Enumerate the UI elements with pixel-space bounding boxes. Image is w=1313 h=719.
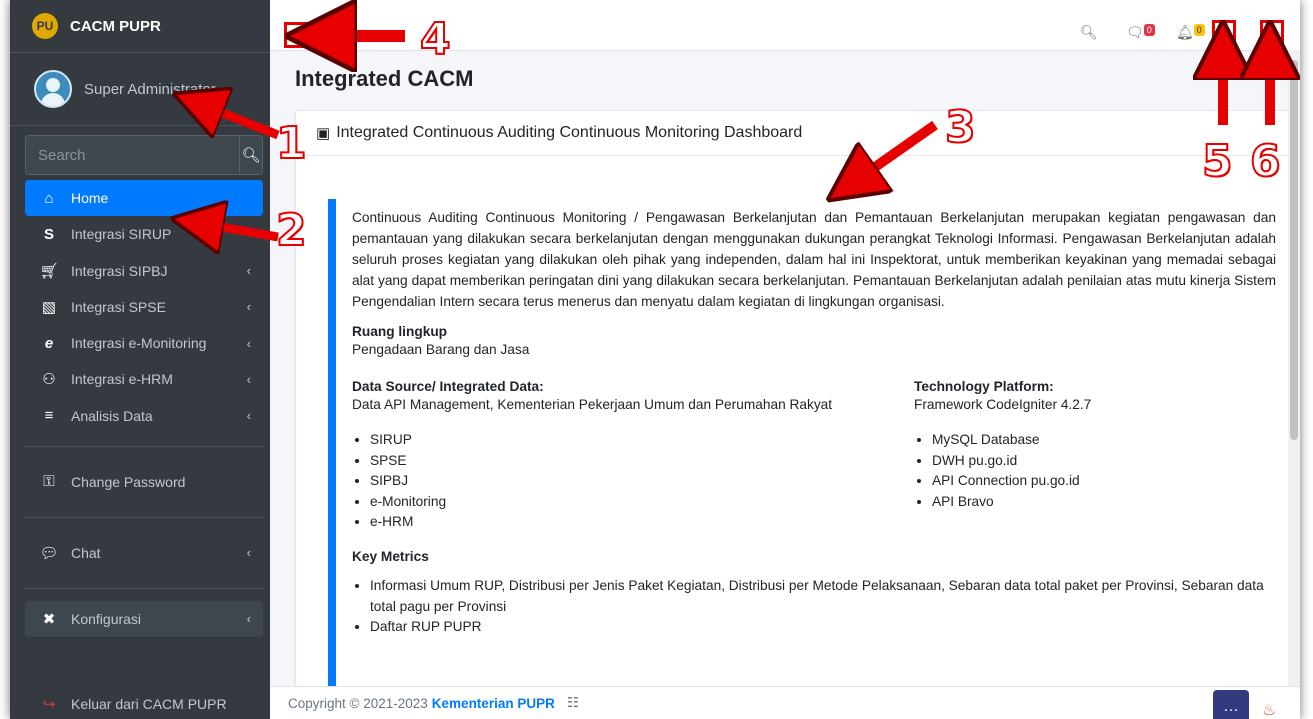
arrow-2 — [215, 226, 279, 237]
annotation-number-5: 5 — [1201, 135, 1234, 188]
arrow-1 — [215, 110, 280, 140]
annotation-number-6: 6 — [1249, 135, 1282, 188]
annotation-number-1: 1 — [275, 117, 308, 170]
annotation-number-4: 4 — [419, 13, 452, 66]
annotation-overlay — [0, 0, 1313, 719]
arrow-3 — [868, 120, 938, 172]
annotation-number-3: 3 — [944, 101, 977, 154]
annotation-number-2: 2 — [275, 204, 308, 257]
